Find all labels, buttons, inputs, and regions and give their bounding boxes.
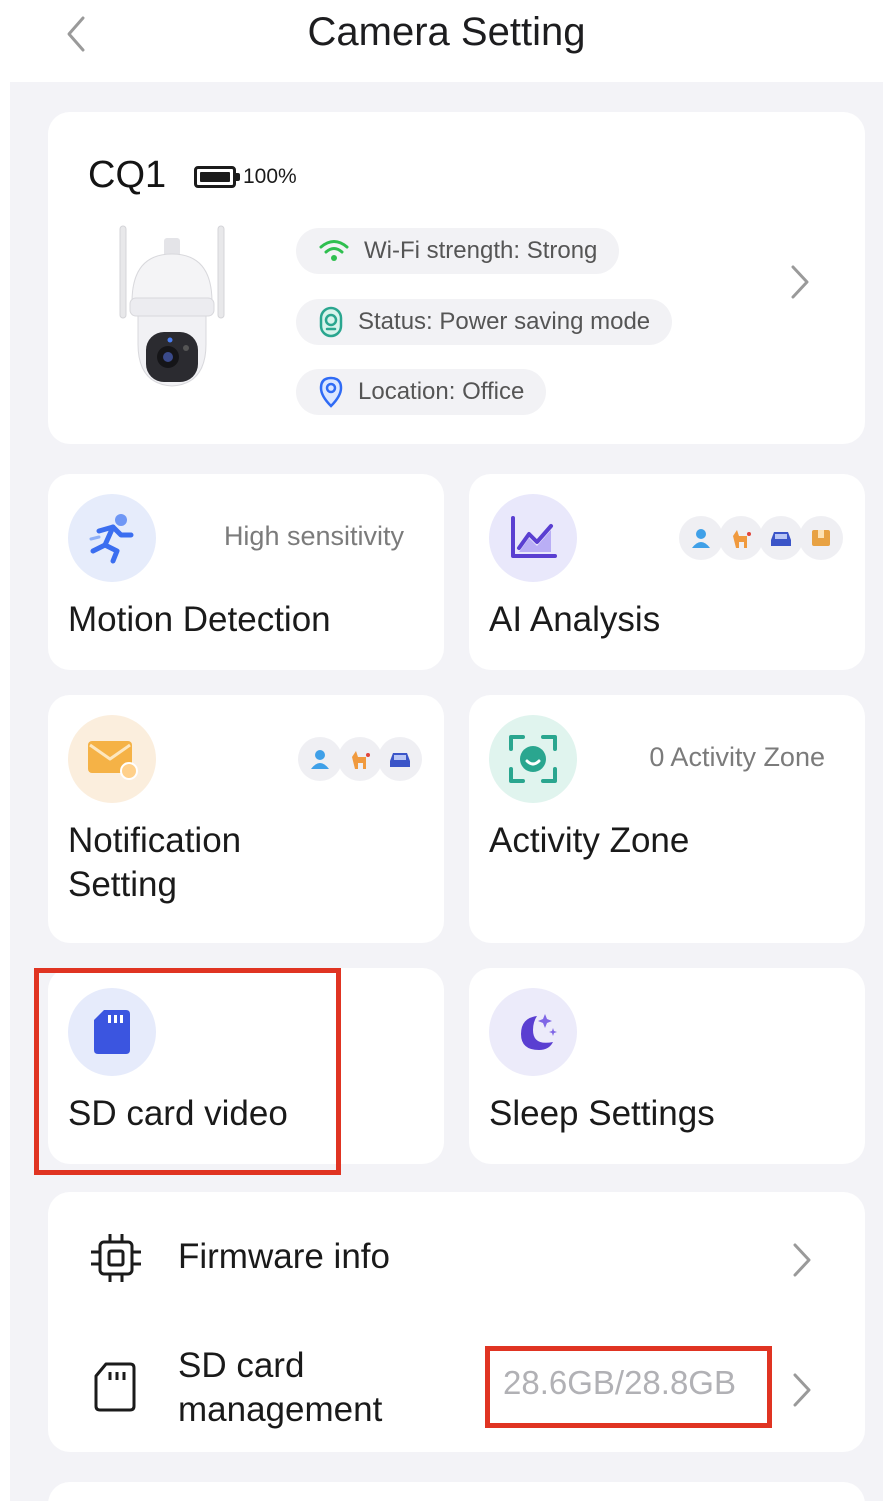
person-icon <box>679 516 723 560</box>
pet-icon <box>719 516 763 560</box>
chip-icon <box>91 1234 141 1282</box>
package-icon <box>799 516 843 560</box>
firmware-info-row[interactable]: Firmware info <box>48 1192 865 1322</box>
sd-card-capacity: 28.6GB/28.8GB <box>503 1364 736 1401</box>
sd-card-icon <box>68 988 156 1076</box>
sd-management-label-line2: management <box>178 1390 383 1429</box>
activity-zone-count: 0 Activity Zone <box>649 742 825 772</box>
activity-zone-label: Activity Zone <box>489 821 690 860</box>
location-pin-icon <box>319 376 343 408</box>
notification-types <box>298 737 422 781</box>
sd-card-outline-icon <box>94 1362 136 1412</box>
ai-analysis-label: AI Analysis <box>489 600 661 639</box>
motion-detection-label: Motion Detection <box>68 600 331 639</box>
ai-detection-types <box>679 516 843 560</box>
sleep-settings-label: Sleep Settings <box>489 1094 715 1133</box>
sd-card-video-tile[interactable]: SD card video <box>48 968 444 1164</box>
sd-card-management-label: SD card management <box>178 1344 382 1432</box>
chevron-right-icon <box>793 1243 811 1277</box>
device-card[interactable]: CQ1 100% Wi-Fi strength: Strong Status: … <box>48 112 865 444</box>
settings-content: CQ1 100% Wi-Fi strength: Strong Status: … <box>10 82 883 1501</box>
battery-indicator: 100% <box>194 165 297 189</box>
location-text: Location: Office <box>358 378 525 405</box>
power-saving-icon <box>319 306 343 338</box>
person-icon <box>298 737 342 781</box>
activity-zone-tile[interactable]: 0 Activity Zone Activity Zone <box>469 695 865 943</box>
battery-percent: 100% <box>243 165 297 188</box>
camera-image <box>119 225 225 387</box>
wifi-status-chip: Wi-Fi strength: Strong <box>296 228 620 274</box>
pet-icon <box>338 737 382 781</box>
sd-card-video-label: SD card video <box>68 1094 288 1133</box>
notification-label-line1: Notification <box>68 821 242 860</box>
ai-analysis-tile[interactable]: AI Analysis <box>469 474 865 670</box>
device-name: CQ1 <box>88 154 167 196</box>
running-person-icon <box>68 494 156 582</box>
page-title: Camera Setting <box>307 10 586 54</box>
line-chart-icon <box>489 494 577 582</box>
motion-detection-tile[interactable]: High sensitivity Motion Detection <box>48 474 444 670</box>
wifi-strength-text: Wi-Fi strength: Strong <box>364 237 598 264</box>
notification-setting-label: Notification Setting <box>68 819 241 907</box>
vehicle-icon <box>759 516 803 560</box>
top-bar: Camera Setting <box>0 0 893 80</box>
status-chip: Status: Power saving mode <box>296 299 673 345</box>
motion-sensitivity-text: High sensitivity <box>223 521 404 551</box>
location-chip: Location: Office <box>296 369 547 415</box>
status-text: Status: Power saving mode <box>358 308 651 335</box>
chevron-right-icon <box>791 265 809 299</box>
chevron-right-icon <box>793 1373 811 1407</box>
sd-card-management-row[interactable]: SD card management 28.6GB/28.8GB <box>48 1322 865 1452</box>
envelope-icon <box>68 715 156 803</box>
firmware-info-label: Firmware info <box>178 1237 390 1276</box>
sleep-settings-tile[interactable]: Sleep Settings <box>469 968 865 1164</box>
vehicle-icon <box>378 737 422 781</box>
sd-management-label-line1: SD card <box>178 1346 305 1385</box>
battery-icon <box>194 166 236 188</box>
notification-setting-tile[interactable]: Notification Setting <box>48 695 444 943</box>
moon-stars-icon <box>489 988 577 1076</box>
notification-label-line2: Setting <box>68 865 177 904</box>
face-zone-icon <box>489 715 577 803</box>
info-list-card: Firmware info SD card management 28.6GB/… <box>48 1192 865 1452</box>
next-section-card <box>48 1482 865 1501</box>
wifi-icon <box>319 240 349 261</box>
